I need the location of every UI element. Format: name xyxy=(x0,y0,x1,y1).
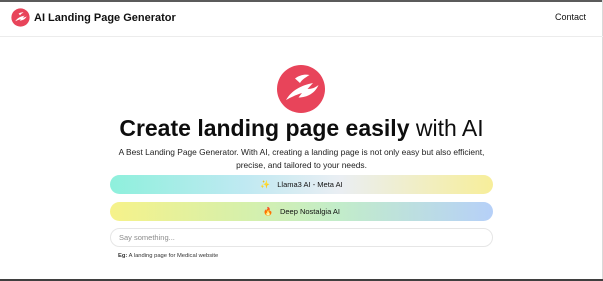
top-navbar: AI Landing Page Generator Contact xyxy=(0,2,603,37)
phoenix-logo-icon xyxy=(277,65,325,113)
model-button-deep-nostalgia[interactable]: 🔥 Deep Nostalgia AI xyxy=(110,202,493,221)
page-title: Create landing page easily with AI xyxy=(0,114,603,142)
phoenix-logo-icon xyxy=(11,8,30,27)
headline-strong: Create landing page easily xyxy=(119,115,410,141)
hint-text: A landing page for Medical website xyxy=(127,253,219,259)
model-button-llama3[interactable]: ✨ Llama3 AI - Meta AI xyxy=(110,175,493,194)
example-hint: Eg: A landing page for Medical website xyxy=(118,253,218,259)
model-button-label: Deep Nostalgia AI xyxy=(279,207,340,216)
prompt-input[interactable] xyxy=(110,228,493,247)
page-subtitle: A Best Landing Page Generator. With AI, … xyxy=(118,147,485,170)
headline-light: with AI xyxy=(415,115,484,141)
sparkles-icon: ✨ xyxy=(260,180,271,189)
hint-label: Eg: xyxy=(118,253,128,259)
brand-name: AI Landing Page Generator xyxy=(34,11,176,24)
brand[interactable]: AI Landing Page Generator xyxy=(11,8,176,27)
contact-link[interactable]: Contact xyxy=(555,12,586,22)
model-button-label: Llama3 AI - Meta AI xyxy=(277,180,343,189)
fire-icon: 🔥 xyxy=(262,207,273,216)
